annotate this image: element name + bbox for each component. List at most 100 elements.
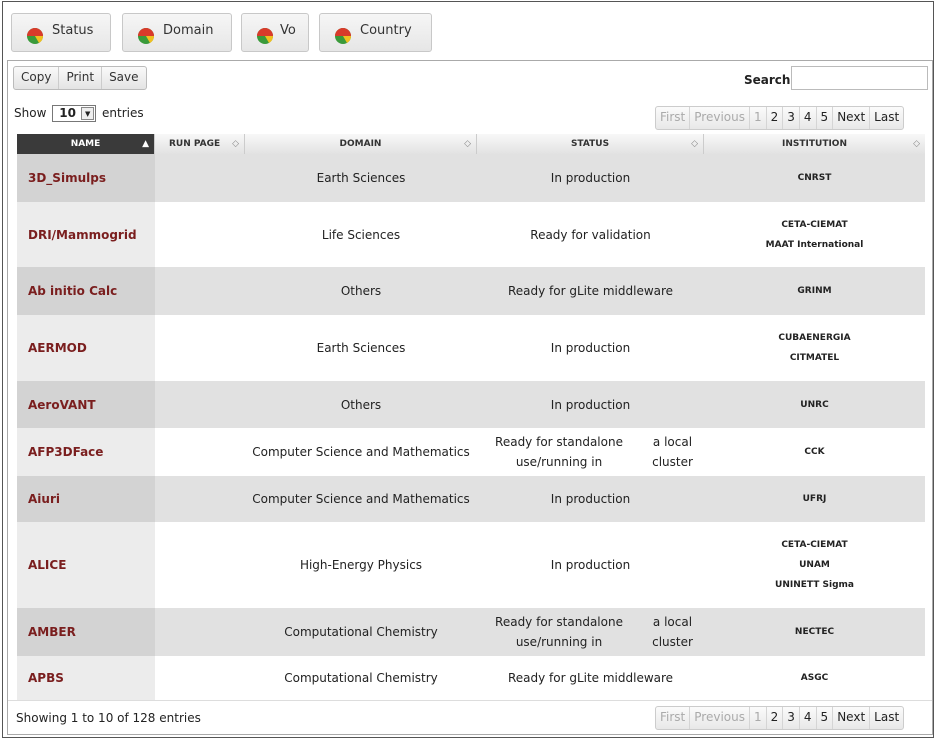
run-page-cell <box>155 608 245 656</box>
search-label: Search: <box>744 73 796 87</box>
run-page-cell <box>155 267 245 315</box>
app-name-link[interactable]: Aiuri <box>17 476 155 522</box>
status-line: a local cluster <box>652 615 693 649</box>
institution-name: ASGC <box>800 673 829 683</box>
table-row: AERMOD Earth Sciences In production CUBAENE… <box>17 315 925 381</box>
app-name-link[interactable]: AMBER <box>17 608 155 656</box>
page-button-5[interactable]: 5 <box>817 707 834 729</box>
institution-name: UFRJ <box>802 494 827 504</box>
tab-domain[interactable]: Domain <box>122 13 232 52</box>
app-name-link[interactable]: DRI/Mammogrid <box>17 202 155 267</box>
tab-status[interactable]: Status <box>11 13 111 52</box>
page-button-4[interactable]: 4 <box>800 707 817 729</box>
last-page-button[interactable]: Last <box>870 707 903 729</box>
app-name-link[interactable]: ALICE <box>17 522 155 608</box>
entries-label: entries <box>102 106 144 120</box>
next-page-button[interactable]: Next <box>833 107 871 129</box>
first-page-button[interactable]: First <box>656 707 691 729</box>
column-header-status[interactable]: STATUS ◇ <box>477 134 704 154</box>
page-button-2[interactable]: 2 <box>767 107 784 129</box>
sort-both-icon: ◇ <box>691 139 698 149</box>
status-line: In production <box>550 171 631 185</box>
column-header-domain[interactable]: DOMAIN ◇ <box>245 134 477 154</box>
status-line: Ready for standalone use/running in <box>495 615 623 649</box>
domain-cell: Computer Science and Mathematics <box>245 428 477 476</box>
table-row: AeroVANT Others In production UNRC <box>17 381 925 428</box>
table-row: DRI/Mammogrid Life Sciences Ready for vali… <box>17 202 925 267</box>
entries-select[interactable]: 10 ▼ <box>52 105 97 122</box>
app-name-link[interactable]: Ab initio Calc <box>17 267 155 315</box>
print-button[interactable]: Print <box>59 67 103 89</box>
institution-name: UNRC <box>800 399 829 410</box>
domain-cell: Earth Sciences <box>245 315 477 381</box>
column-header-institution[interactable]: INSTITUTION ◇ <box>704 134 925 154</box>
app-name-link[interactable]: APBS <box>17 656 155 700</box>
institution-name: MAAT International <box>765 239 864 250</box>
table-header: NAME ▲ RUN PAGE ◇ DOMAIN ◇ STATUS ◇ INST… <box>17 134 925 154</box>
institution-name: NECTEC <box>794 627 835 637</box>
chevron-down-icon: ▼ <box>81 107 95 120</box>
institution-name: CNRST <box>797 173 832 183</box>
pie-chart-icon <box>27 28 44 44</box>
table-row: Aiuri Computer Science and Mathematics In … <box>17 476 925 522</box>
status-cell: Ready for validation <box>477 202 704 267</box>
page-button-4[interactable]: 4 <box>800 107 817 129</box>
tab-country[interactable]: Country <box>319 13 432 52</box>
status-cell: In production <box>477 476 704 522</box>
column-header-name[interactable]: NAME ▲ <box>17 134 155 154</box>
institution-cell: CUBAENERGIA CITMATEL <box>704 315 925 381</box>
domain-cell: Life Sciences <box>245 202 477 267</box>
save-button[interactable]: Save <box>102 67 145 89</box>
applications-table: NAME ▲ RUN PAGE ◇ DOMAIN ◇ STATUS ◇ INST… <box>17 134 925 700</box>
app-frame: Status Domain Vo Country Copy Print Save… <box>2 1 934 738</box>
status-line: Ready for validation <box>530 227 651 242</box>
institution-cell: CNRST <box>704 154 925 202</box>
status-line: a local cluster <box>652 435 693 469</box>
first-page-button[interactable]: First <box>656 107 691 129</box>
table-body: 3D_Simulps Earth Sciences In production CNR… <box>17 154 925 700</box>
institution-name: CUBAENERGIA <box>778 333 851 343</box>
copy-button[interactable]: Copy <box>14 67 60 89</box>
status-line: In production <box>550 558 631 572</box>
app-name-link[interactable]: AFP3DFace <box>17 428 155 476</box>
run-page-cell <box>155 656 245 700</box>
institution-name: CITMATEL <box>789 353 840 363</box>
institution-cell: CETA-CIEMAT UNAM UNINETT Sigma <box>704 522 925 608</box>
pie-chart-icon <box>257 28 274 44</box>
page-button-1[interactable]: 1 <box>750 107 767 129</box>
sort-asc-icon: ▲ <box>142 139 149 149</box>
table-info: Showing 1 to 10 of 128 entries <box>16 711 201 725</box>
app-name-link[interactable]: AeroVANT <box>17 381 155 428</box>
page-button-3[interactable]: 3 <box>783 707 800 729</box>
previous-page-button[interactable]: Previous <box>690 107 750 129</box>
column-header-label: DOMAIN <box>339 139 382 149</box>
page-button-3[interactable]: 3 <box>783 107 800 129</box>
pie-chart-icon <box>138 28 155 44</box>
domain-cell: Others <box>245 267 477 315</box>
last-page-button[interactable]: Last <box>870 107 903 129</box>
page-button-1[interactable]: 1 <box>750 707 767 729</box>
page-button-2[interactable]: 2 <box>767 707 784 729</box>
column-header-run-page[interactable]: RUN PAGE ◇ <box>155 134 245 154</box>
tab-label: Country <box>360 23 412 38</box>
tab-vo[interactable]: Vo <box>241 13 309 52</box>
app-name-link[interactable]: AERMOD <box>17 315 155 381</box>
entries-select-value: 10 <box>59 106 76 120</box>
search-input[interactable] <box>791 66 928 90</box>
status-line: Ready for gLite middleware <box>507 671 674 685</box>
pie-chart-icon <box>335 28 352 44</box>
domain-cell: Computational Chemistry <box>245 608 477 656</box>
previous-page-button[interactable]: Previous <box>690 707 750 729</box>
run-page-cell <box>155 476 245 522</box>
run-page-cell <box>155 522 245 608</box>
column-header-label: NAME <box>70 139 101 149</box>
next-page-button[interactable]: Next <box>833 707 871 729</box>
sort-both-icon: ◇ <box>913 139 920 149</box>
table-row: AMBER Computational Chemistry Ready for st… <box>17 608 925 656</box>
status-cell: Ready for gLite middleware <box>477 267 704 315</box>
institution-name: CETA-CIEMAT <box>781 219 848 230</box>
tab-label: Status <box>52 23 94 38</box>
institution-name: UNAM <box>799 560 830 570</box>
app-name-link[interactable]: 3D_Simulps <box>17 154 155 202</box>
page-button-5[interactable]: 5 <box>817 107 834 129</box>
